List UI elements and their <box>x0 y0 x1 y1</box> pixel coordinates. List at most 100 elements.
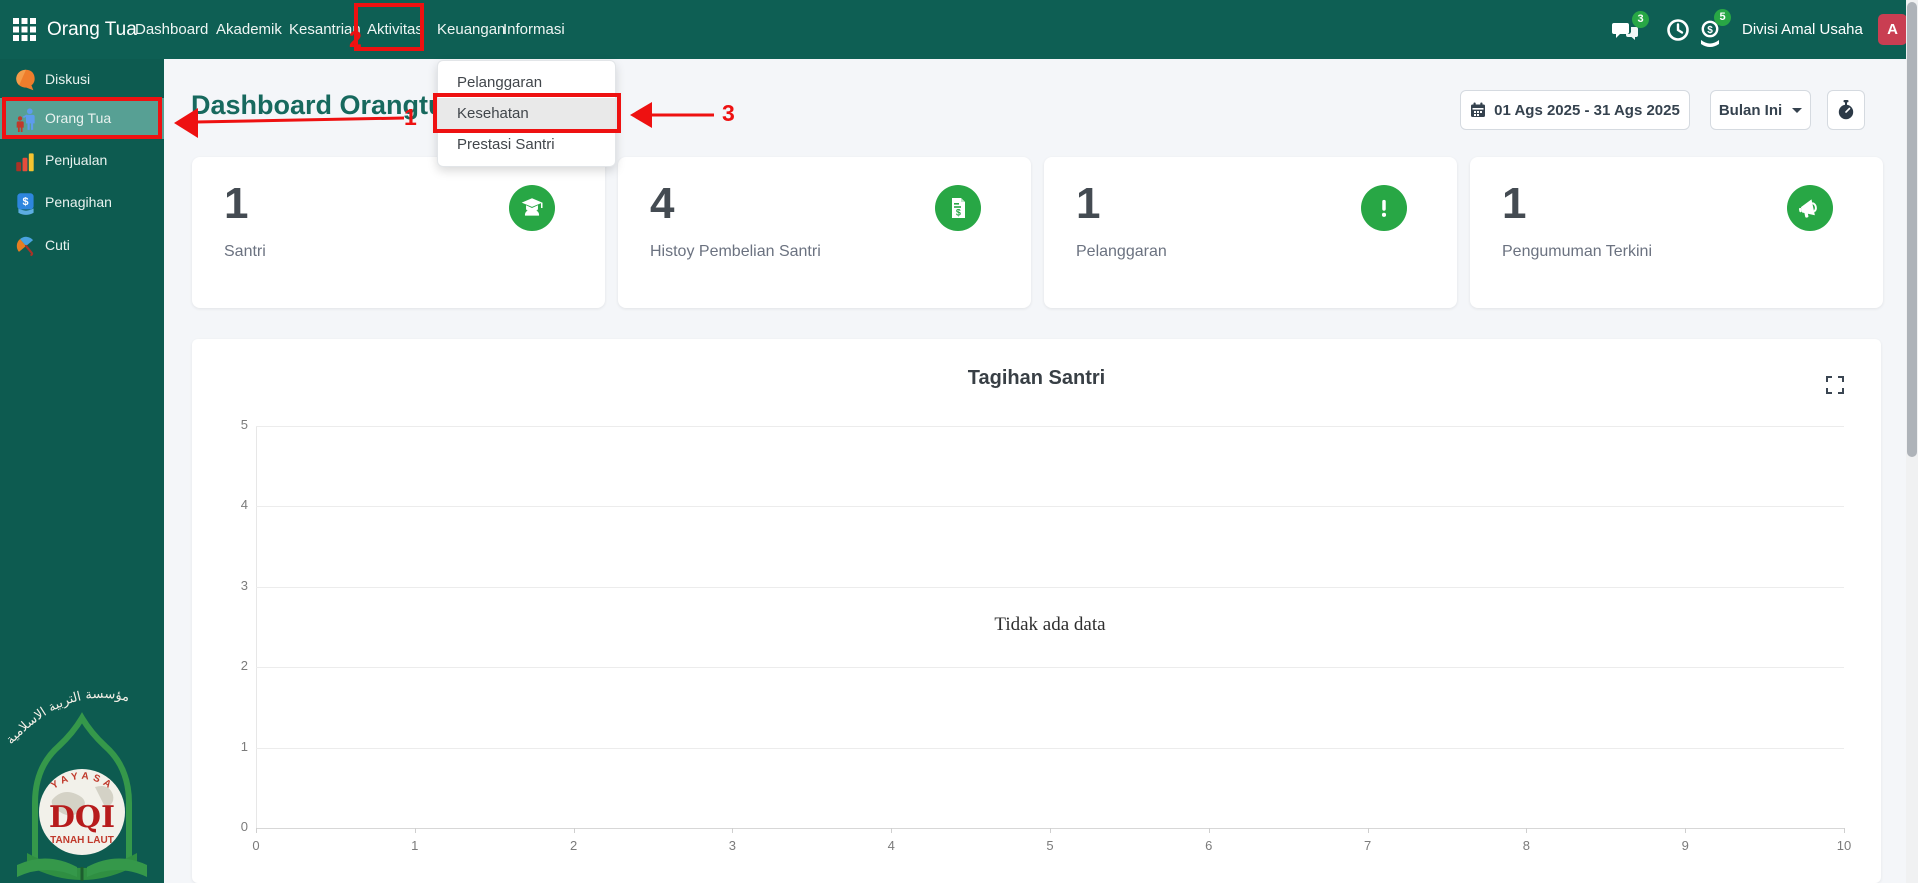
gridline-y-5 <box>256 426 1844 427</box>
svg-text:$: $ <box>956 208 961 218</box>
user-division-label[interactable]: Divisi Amal Usaha <box>1742 0 1863 59</box>
leave-umbrella-icon <box>13 233 39 259</box>
sidebar-item-cuti[interactable]: Cuti <box>0 225 164 266</box>
x-tick-2 <box>573 828 575 833</box>
stat-label: Histoy Pembelian Santri <box>650 243 821 260</box>
x-tick-6 <box>1208 828 1210 833</box>
x-tick-label: 10 <box>1836 838 1852 853</box>
menu-item-pelanggaran[interactable]: Pelanggaran <box>438 67 615 98</box>
logo-name-text: DQI <box>49 800 115 835</box>
chart-empty-message: Tidak ada data <box>994 614 1106 635</box>
x-tick-label: 6 <box>1205 838 1213 853</box>
nav-item-dashboard[interactable]: Dashboard <box>135 0 208 59</box>
x-tick-label: 5 <box>1046 838 1054 853</box>
svg-text:$: $ <box>1707 25 1713 36</box>
sidebar-item-diskusi[interactable]: Diskusi <box>0 59 164 100</box>
period-dropdown-button[interactable]: Bulan Ini <box>1710 90 1811 130</box>
nav-item-informasi[interactable]: Informasi <box>503 0 565 59</box>
history-clock-icon[interactable] <box>1666 18 1690 42</box>
nav-item-aktivitas[interactable]: Aktivitas <box>367 0 423 59</box>
stat-value: 1 <box>224 179 249 228</box>
menu-item-kesehatan[interactable]: Kesehatan <box>438 98 615 129</box>
stat-label: Santri <box>224 243 266 260</box>
y-tick-label: 4 <box>240 497 248 513</box>
nav-item-akademik[interactable]: Akademik <box>216 0 282 59</box>
sidebar-item-label: Orang Tua <box>45 110 112 126</box>
aktivitas-dropdown-menu: Pelanggaran Kesehatan Prestasi Santri <box>437 60 616 167</box>
avatar[interactable]: A <box>1878 14 1907 45</box>
stat-label: Pengumuman Terkini <box>1502 243 1653 260</box>
chart-panel: Tagihan Santri Tidak ada data 0 1 2 3 4 5 0 1 2 3… <box>192 339 1881 883</box>
nav-item-keuangan[interactable]: Keuangan <box>437 0 505 59</box>
brand-title[interactable]: Orang Tua <box>47 0 137 59</box>
date-range-label: 01 Ags 2025 - 31 Ags 2025 <box>1494 101 1680 119</box>
y-tick-label: 5 <box>240 417 248 432</box>
sidebar-item-penjualan[interactable]: Penjualan <box>0 140 164 181</box>
x-tick-9 <box>1685 828 1687 833</box>
billing-icon: $ <box>13 190 39 216</box>
stopwatch-icon <box>1837 100 1855 120</box>
x-tick-label: 9 <box>1681 838 1689 853</box>
stat-card-pelanggaran[interactable]: 1 Pelanggaran <box>1044 157 1457 308</box>
sidebar-item-penagihan[interactable]: $ Penagihan <box>0 182 164 223</box>
scrollbar-track[interactable] <box>1906 0 1918 883</box>
annotation-step1-number: 1 <box>404 104 417 130</box>
x-tick-3 <box>732 828 734 833</box>
x-tick-label: 7 <box>1363 838 1372 853</box>
stat-label: Pelanggaran <box>1076 243 1167 260</box>
x-tick-7 <box>1367 828 1369 833</box>
stat-card-pembelian[interactable]: 4 Histoy Pembelian Santri $ <box>618 157 1031 308</box>
period-label: Bulan Ini <box>1718 101 1783 119</box>
x-tick-5 <box>1050 828 1051 833</box>
svg-text:$: $ <box>22 196 28 208</box>
x-tick-label: 1 <box>411 838 419 853</box>
stat-card-santri[interactable]: 1 Santri <box>192 157 605 308</box>
invoice-icon: $ <box>935 185 981 231</box>
x-tick-label: 0 <box>252 838 260 853</box>
messages-badge: 3 <box>1632 11 1649 28</box>
stopwatch-button[interactable] <box>1827 90 1865 130</box>
annotation-arrow-step3 <box>630 102 714 128</box>
gridline-y-4 <box>256 506 1844 508</box>
x-tick-8 <box>1526 828 1528 833</box>
stat-value: 1 <box>1076 179 1101 228</box>
apps-grid-icon[interactable] <box>13 18 36 41</box>
annotation-step3-number: 3 <box>722 100 735 126</box>
menu-item-prestasi-santri[interactable]: Prestasi Santri <box>438 129 615 160</box>
sidebar-item-label: Penagihan <box>45 194 112 210</box>
x-tick-label: 8 <box>1522 838 1530 853</box>
top-navbar: Orang Tua Dashboard Akademik Kesantrian … <box>0 0 1918 59</box>
y-tick-label: 0 <box>240 819 248 834</box>
gridline-y-2 <box>256 667 1844 669</box>
discussion-icon <box>13 67 39 93</box>
x-tick-4 <box>891 828 893 833</box>
y-tick-label: 1 <box>240 738 248 754</box>
sales-chart-icon <box>13 148 39 174</box>
fullscreen-icon[interactable] <box>1826 376 1844 394</box>
logo-region-text: TANAH LAUT <box>50 835 114 846</box>
sidebar: Diskusi Orang Tua Penjualan $ Penagihan … <box>0 59 164 883</box>
chart-plot-area: Tidak ada data 0 1 2 3 4 5 0 1 2 3 4 5 6 7 8 9 10 <box>241 417 1851 853</box>
x-tick-label: 3 <box>728 838 736 853</box>
chart-title: Tagihan Santri <box>967 367 1106 389</box>
x-tick-label: 2 <box>569 838 578 853</box>
page-title: Dashboard Orangtua <box>191 90 460 120</box>
exclamation-icon <box>1361 185 1407 231</box>
gridline-y-1 <box>256 747 1844 749</box>
x-tick-10 <box>1844 828 1845 833</box>
foundation-logo: مؤسسة التربية الاسلامية YAYASAN DQI TANA… <box>7 615 157 883</box>
sidebar-item-orang-tua[interactable]: Orang Tua <box>0 98 164 139</box>
x-tick-0 <box>256 828 257 833</box>
x-tick-label: 4 <box>887 838 895 853</box>
parents-icon <box>13 106 39 132</box>
x-tick-1 <box>414 828 416 833</box>
stat-card-pengumuman[interactable]: 1 Pengumuman Terkini <box>1470 157 1883 308</box>
notifications-badge: 5 <box>1714 9 1731 26</box>
sidebar-item-label: Penjualan <box>45 152 108 168</box>
date-range-button[interactable]: 01 Ags 2025 - 31 Ags 2025 <box>1460 90 1690 130</box>
y-tick-label: 2 <box>240 658 248 674</box>
y-tick-label: 3 <box>240 577 248 593</box>
sidebar-item-label: Diskusi <box>45 71 91 87</box>
scrollbar-thumb[interactable] <box>1907 2 1917 457</box>
stat-value: 1 <box>1502 179 1527 228</box>
